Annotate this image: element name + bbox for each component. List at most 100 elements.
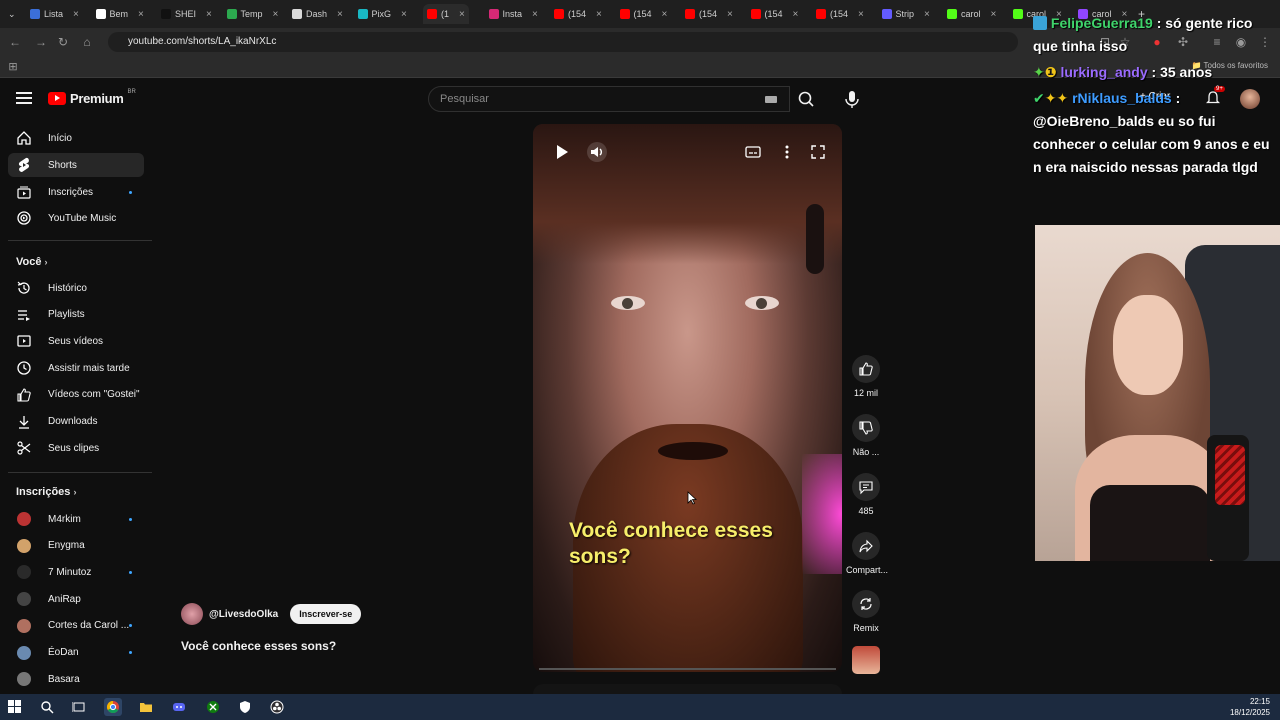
browser-tab[interactable]: (154 × [619,4,668,24]
windows-start-icon[interactable] [6,698,24,716]
tab-close-icon[interactable]: × [858,9,864,20]
next-short-preview[interactable] [533,684,842,694]
shorts-player[interactable]: Você conhece esses sons? [533,124,842,672]
sidebar-item-seus-clipes[interactable]: Seus clipes [8,436,144,460]
sidebar-item-downloads[interactable]: Downloads [8,410,144,434]
history-icon [16,280,32,296]
comments-button[interactable]: 485 [846,473,886,516]
youtube-logo[interactable]: Premium BR [48,89,136,106]
tab-close-icon[interactable]: × [337,9,343,20]
browser-tab[interactable]: Lista × [30,4,79,24]
xbox-icon[interactable] [204,698,222,716]
obs-icon[interactable] [268,698,286,716]
like-button[interactable]: 12 mil [846,355,886,398]
like-count: 12 mil [853,388,878,398]
sidebar-item-assistir-mais-tarde[interactable]: Assistir mais tarde [8,356,144,380]
sidebar-item-label: ÉoDan [48,647,79,658]
channel-name[interactable]: @LivesdoOlka [209,609,278,620]
chat-message: ✔✦✦ rNiklaus_balds : @OieBreno_balds eu … [1033,87,1280,179]
sidebar-item-basara[interactable]: Basara [8,667,144,691]
system-clock[interactable]: 22:15 18/12/2025 [1230,696,1270,718]
youtube-play-logo-icon [48,92,66,105]
discord-icon[interactable] [170,698,188,716]
url-field[interactable]: youtube.com/shorts/LA_ikaNrXLc [108,32,1018,52]
tab-close-icon[interactable]: × [727,9,733,20]
sidebar-item-youtube-music[interactable]: YouTube Music [8,206,144,230]
share-icon [859,539,873,553]
tab-close-icon[interactable]: × [73,9,79,20]
tab-close-icon[interactable]: × [596,9,602,20]
sidebar-item-v-deos-com-gostei[interactable]: Vídeos com "Gostei" [8,383,144,407]
remix-icon [860,598,872,610]
more-options-button[interactable] [777,142,797,162]
voice-search-button[interactable] [840,86,864,112]
tab-close-icon[interactable]: × [991,9,997,20]
browser-tab[interactable]: carol × [947,4,996,24]
video-title[interactable]: Você conhece esses sons? [181,639,336,653]
search-button[interactable] [790,86,822,112]
file-explorer-icon[interactable] [137,698,155,716]
browser-tab[interactable]: (154 × [750,4,799,24]
security-shield-icon[interactable] [236,698,254,716]
browser-tab[interactable]: Dash × [292,4,343,24]
browser-tab[interactable]: (154 × [554,4,602,24]
tab-close-icon[interactable]: × [532,9,538,20]
forward-icon[interactable]: → [34,35,48,49]
tab-close-icon[interactable]: × [924,9,930,20]
sidebar-item-m4rkim[interactable]: M4rkim [8,507,144,531]
tab-list-dropdown[interactable]: ⌄ [8,4,16,24]
subscriptions-section-heading[interactable]: Inscrições › [16,486,76,498]
back-icon[interactable]: ← [8,35,22,49]
dislike-button[interactable]: Não ... [846,414,886,457]
tab-close-icon[interactable]: × [401,9,407,20]
keyboard-icon[interactable] [765,96,777,103]
chrome-icon[interactable] [104,698,122,716]
browser-tab[interactable]: SHEI × [161,4,212,24]
sidebar-item-enygma[interactable]: Enygma [8,534,144,558]
remix-button[interactable]: Remix [846,590,886,633]
captions-button[interactable] [743,142,763,162]
browser-tab[interactable]: (154 × [816,4,864,24]
browser-tab[interactable]: Insta × [488,4,538,24]
apps-grid-icon[interactable]: ⊞ [6,60,20,74]
play-button[interactable] [551,142,571,162]
browser-tab[interactable]: (1 × [423,4,469,24]
sound-thumbnail[interactable] [852,646,880,674]
volume-button[interactable] [587,142,607,162]
sidebar-item-inscri-es[interactable]: Inscrições [8,180,144,204]
video-progress-bar[interactable] [539,668,836,670]
sidebar-item-in-cio[interactable]: Início [8,126,144,150]
search-input[interactable] [429,87,729,111]
you-section-heading[interactable]: Você › [16,256,48,268]
sidebar-item-playlists[interactable]: Playlists [8,303,144,327]
tab-close-icon[interactable]: × [206,9,212,20]
sidebar-item-shorts[interactable]: Shorts [8,153,144,177]
subscribe-button[interactable]: Inscrever-se [290,604,362,624]
tab-close-icon[interactable]: × [138,9,144,20]
browser-tab[interactable]: PixG × [357,4,407,24]
browser-tab[interactable]: Strip × [881,4,930,24]
menu-icon[interactable] [16,92,32,104]
sidebar-item-cortes-da-carol[interactable]: Cortes da Carol ... [8,614,144,638]
tab-close-icon[interactable]: × [273,9,279,20]
chat-badge-icon: ✦ [1033,64,1045,80]
sidebar-item-label: Início [48,132,72,144]
browser-tab[interactable]: (154 × [685,4,733,24]
sidebar-item-seus-v-deos[interactable]: Seus vídeos [8,329,144,353]
sidebar-item-7-minutoz[interactable]: 7 Minutoz [8,560,144,584]
channel-avatar[interactable] [181,603,203,625]
share-button[interactable]: Compart... [846,532,888,575]
tab-close-icon[interactable]: × [793,9,799,20]
task-view-icon[interactable] [70,698,88,716]
home-icon[interactable]: ⌂ [80,35,94,49]
tab-close-icon[interactable]: × [459,9,465,20]
search-icon[interactable] [38,698,56,716]
sidebar-item-odan[interactable]: ÉoDan [8,641,144,665]
reload-icon[interactable]: ↻ [56,35,70,49]
browser-tab[interactable]: Bem × [95,4,144,24]
sidebar-item-anirap[interactable]: AniRap [8,587,144,611]
fullscreen-button[interactable] [808,142,828,162]
browser-tab[interactable]: Temp × [226,4,279,24]
sidebar-item-hist-rico[interactable]: Histórico [8,276,144,300]
tab-close-icon[interactable]: × [662,9,668,20]
